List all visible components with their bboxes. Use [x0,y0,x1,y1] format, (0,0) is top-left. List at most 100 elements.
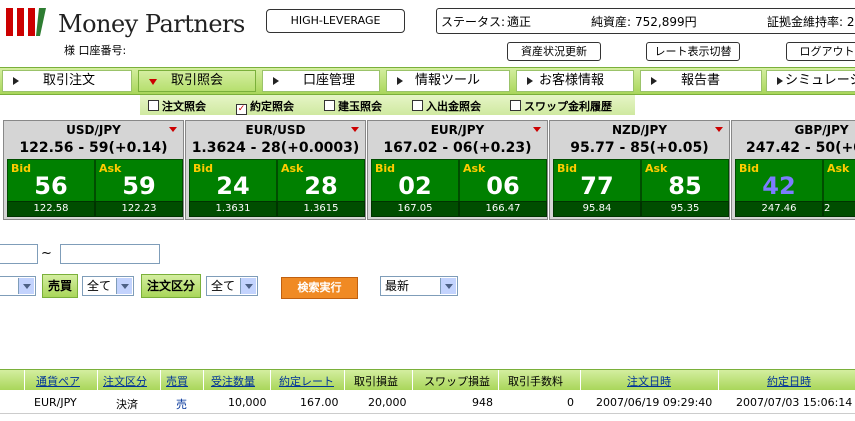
col-execution-rate[interactable]: 約定レート [279,373,334,389]
date-from-input[interactable] [0,244,38,264]
status-label: ステータス: [441,15,506,29]
cell-order-datetime: 2007/06/19 09:29:40 [596,396,713,409]
buy-sell-select[interactable]: 全て [82,276,134,296]
sort-order-select[interactable]: 最新 [380,276,458,296]
ask-button[interactable]: Ask 85 [641,159,729,203]
ask-sub-rate: 166.47 [459,201,547,217]
tab-customer-info[interactable]: お客様情報 [516,70,634,92]
tab-account-management[interactable]: 口座管理 [262,70,380,92]
sub-nav: 注文照会 ✓ 約定照会 建玉照会 入出金照会 スワップ金利履歴 [140,95,635,115]
tab-info-tools[interactable]: 情報ツール [386,70,510,92]
rate-summary: 95.77 - 85(+0.05) [570,140,709,156]
ask-sub-rate: 95.35 [641,201,729,217]
date-to-input[interactable] [60,244,160,264]
logo-mark-icon [6,8,46,36]
rate-summary: 1.3624 - 28(+0.0003) [191,140,360,156]
cell-order-type: 決済 [116,398,138,411]
bid-button[interactable]: Bid 56 [7,159,95,203]
ask-button[interactable]: Ask 59 [95,159,183,203]
col-trade-pnl: 取引損益 [354,375,398,388]
rate-summary: 167.02 - 06(+0.23) [383,140,532,156]
col-order-type[interactable]: 注文区分 [103,373,147,389]
checkbox-icon[interactable] [324,100,335,111]
high-leverage-button[interactable]: HIGH-LEVERAGE [266,9,405,33]
cell-currency-pair: EUR/JPY [34,396,77,409]
date-range-separator: ~ [41,246,52,261]
tab-simulation[interactable]: シミュレーショ [766,70,855,92]
bid-sub-rate: 247.46 [735,201,823,217]
ask-button[interactable]: Ask 28 [277,159,365,203]
chevron-down-icon [240,278,256,294]
order-type-select[interactable]: 全て [206,276,258,296]
col-swap-pnl: スワップ損益 [424,375,490,388]
currency-pair-label: EUR/JPY [430,123,485,137]
checkbox-icon[interactable] [510,100,521,111]
margin-ratio-label: 証拠金維持率: 2 [767,15,855,29]
chevron-down-icon [18,278,34,294]
buy-sell-label: 売買 [42,274,78,298]
subtab-position-inquiry[interactable]: 建玉照会 [324,98,382,114]
bid-button[interactable]: Bid 77 [553,159,641,203]
arrow-right-icon [527,77,533,85]
cell-buy-sell: 売 [176,398,187,411]
table-row[interactable]: EUR/JPY 決済 売 10,000 167.00 20,000 948 0 … [0,391,855,414]
ask-sub-rate: 1.3615 [277,201,365,217]
tab-trade-inquiry[interactable]: 取引照会 [138,70,256,92]
main-nav: 取引注文 取引照会 口座管理 情報ツール お客様情報 報告書 シミュレーショ [0,67,855,95]
ask-button[interactable]: Ask5 [823,159,855,203]
col-buy-sell[interactable]: 売買 [166,373,188,389]
arrow-right-icon [397,77,403,85]
cell-trade-pnl: 20,000 [368,396,407,409]
bid-sub-rate: 122.58 [7,201,95,217]
cell-order-quantity: 10,000 [228,396,267,409]
ask-button[interactable]: Ask 06 [459,159,547,203]
bid-button[interactable]: Bid 02 [371,159,459,203]
subtab-deposit-inquiry[interactable]: 入出金照会 [412,98,481,114]
account-status-bar: ステータス: 適正 純資産: 752,899円 証拠金維持率: 2 [436,8,855,34]
checkbox-icon[interactable] [412,100,423,111]
bid-sub-rate: 1.3631 [189,201,277,217]
checkbox-checked-icon[interactable]: ✓ [236,104,247,115]
cell-execution-rate: 167.00 [300,396,339,409]
refresh-assets-button[interactable]: 資産状況更新 [507,42,601,61]
rate-panel-eurusd: EUR/USD 1.3624 - 28(+0.0003) Bid 24 Ask 28… [185,120,366,220]
status-value: 適正 [507,15,532,29]
logout-button[interactable]: ログアウト [786,42,855,61]
col-order-quantity[interactable]: 受注数量 [211,373,255,389]
account-number-label: 様 口座番号: [64,44,127,57]
ask-sub-rate: 122.23 [95,201,183,217]
cell-swap-pnl: 948 [472,396,493,409]
toggle-rate-display-button[interactable]: レート表示切替 [646,42,740,61]
dropdown-triangle-icon[interactable] [351,127,359,132]
tab-trade-order[interactable]: 取引注文 [2,70,132,92]
cell-trade-fee: 0 [567,396,574,409]
net-assets-value: 752,899円 [635,15,697,29]
dropdown-triangle-icon[interactable] [715,127,723,132]
rate-summary: 247.42 - 50(+0. [746,140,855,156]
subtab-order-inquiry[interactable]: 注文照会 [148,98,206,114]
col-order-datetime[interactable]: 注文日時 [627,373,671,389]
chevron-down-icon [116,278,132,294]
rate-panel-eurjpy: EUR/JPY 167.02 - 06(+0.23) Bid 02 Ask 06 1… [367,120,548,220]
dropdown-triangle-icon[interactable] [533,127,541,132]
cell-execution-datetime: 2007/07/03 15:06:14 [736,396,853,409]
bid-button[interactable]: Bid 42 [735,159,823,203]
col-currency-pair[interactable]: 通貨ペア [36,373,80,389]
col-execution-datetime[interactable]: 約定日時 [767,373,811,389]
brand-logo: Money Partners [58,10,245,38]
bid-button[interactable]: Bid 24 [189,159,277,203]
arrow-right-icon [777,77,783,85]
checkbox-icon[interactable] [148,100,159,111]
tab-reports[interactable]: 報告書 [640,70,762,92]
arrow-down-icon [149,79,157,85]
currency-pair-label: NZD/JPY [611,123,668,137]
subtab-swap-history[interactable]: スワップ金利履歴 [510,98,612,114]
currency-pair-select[interactable] [0,276,36,296]
subtab-execution-inquiry[interactable]: ✓ 約定照会 [236,98,294,115]
dropdown-triangle-icon[interactable] [169,127,177,132]
currency-pair-label: USD/JPY [66,123,121,137]
net-assets-label: 純資産: [591,15,632,29]
search-button[interactable]: 検索実行 [281,277,358,299]
rate-panel-usdjpy: USD/JPY 122.56 - 59(+0.14) Bid 56 Ask 59 1… [3,120,184,220]
arrow-right-icon [13,77,19,85]
